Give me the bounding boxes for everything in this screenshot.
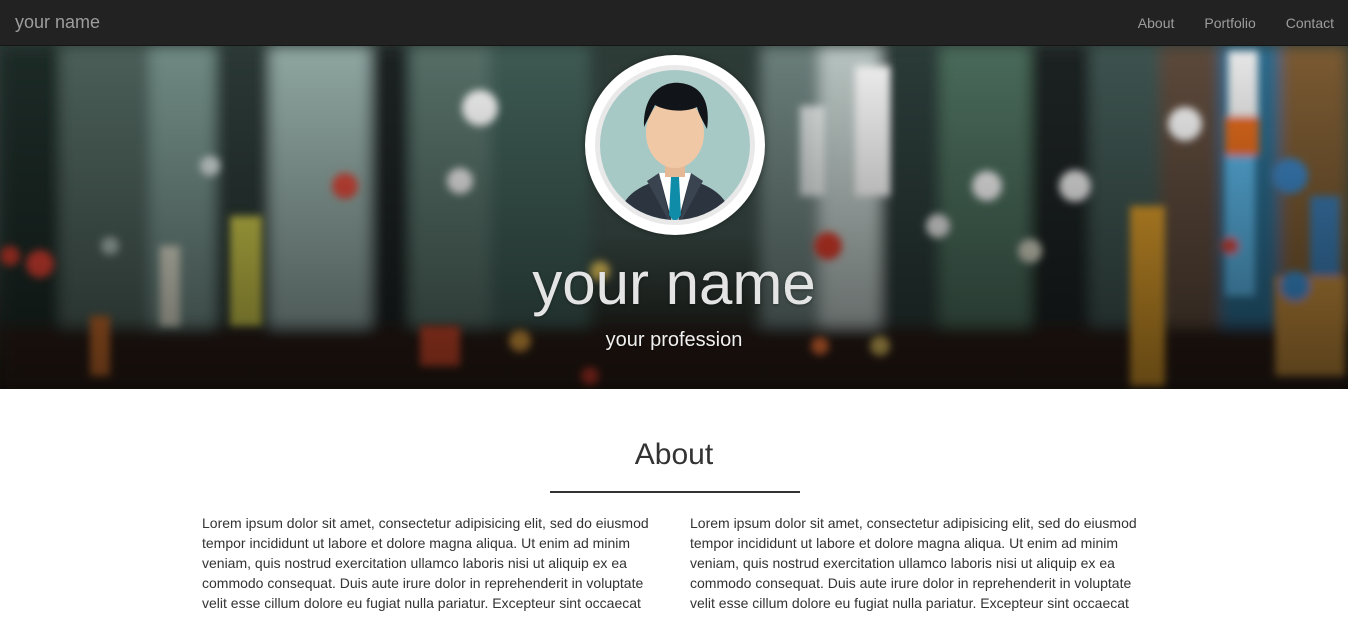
about-text-right: Lorem ipsum dolor sit amet, consectetur … xyxy=(690,515,1137,611)
navbar: your name About Portfolio Contact xyxy=(0,0,1348,46)
nav-link-contact[interactable]: Contact xyxy=(1271,0,1348,46)
nav-item-about: About xyxy=(1123,0,1190,46)
hero-header: your name your profession xyxy=(0,46,1348,389)
about-heading: About xyxy=(634,438,714,471)
businessman-avatar-icon xyxy=(589,59,761,231)
nav-link-portfolio[interactable]: Portfolio xyxy=(1189,0,1270,46)
avatar xyxy=(585,55,765,235)
about-divider xyxy=(550,491,800,493)
nav-link-about[interactable]: About xyxy=(1123,0,1190,46)
nav-menu: About Portfolio Contact xyxy=(1123,0,1348,46)
nav-item-portfolio: Portfolio xyxy=(1189,0,1270,46)
nav-item-contact: Contact xyxy=(1271,0,1348,46)
about-text-left: Lorem ipsum dolor sit amet, consectetur … xyxy=(202,515,649,611)
hero-profession: your profession xyxy=(605,329,743,351)
brand-link[interactable]: your name xyxy=(15,11,100,33)
hero-name: your name xyxy=(532,250,816,317)
